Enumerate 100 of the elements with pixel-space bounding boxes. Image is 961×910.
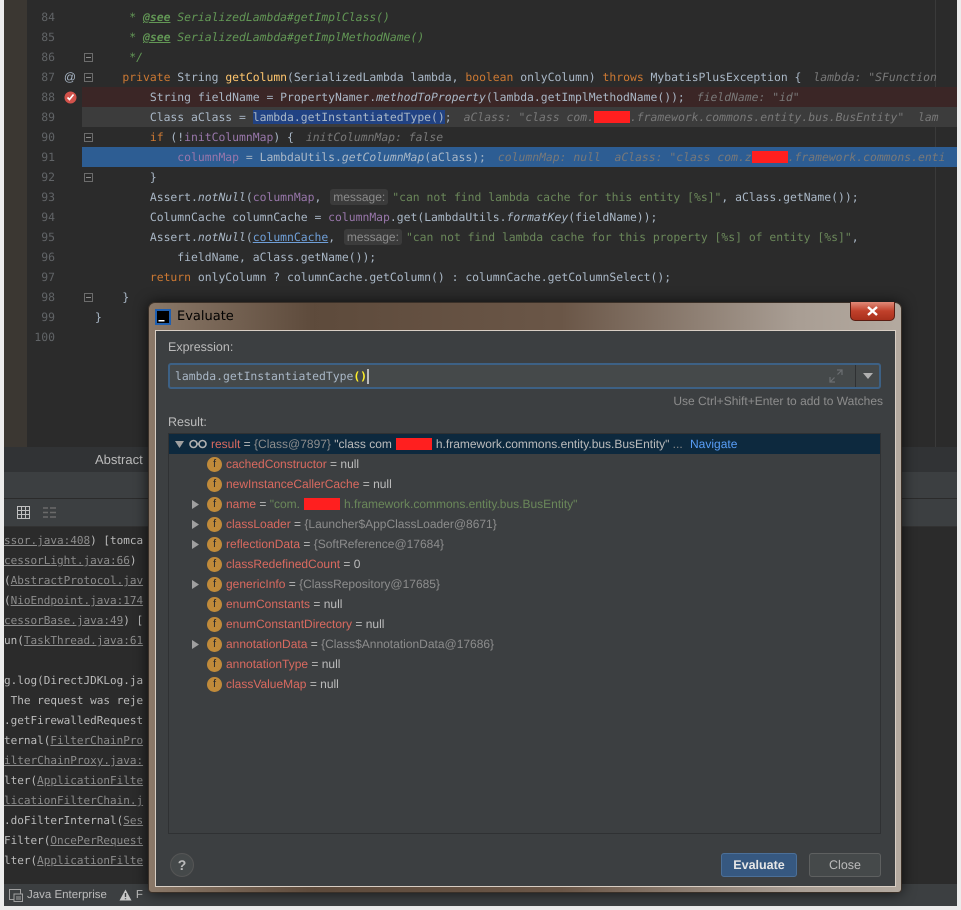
tree-row[interactable]: f name = "com. h.framework.commons.entity.bus.BusEntity" [169,494,880,514]
variable-entry: h.framework.commons.entity.bus.BusEntity" [344,497,578,511]
tool-window-button[interactable]: Java Enterprise [27,889,107,901]
fold-marker-icon[interactable] [84,72,93,82]
stack-link[interactable]: ssor.java:408 [4,531,90,551]
tree-arrow-icon[interactable] [190,580,200,588]
stack-link[interactable]: OncePerRequest [50,831,144,851]
inline-value-hint: columnMap: null aClass: "class com.z [498,149,752,166]
code-line: Assert.notNull(columnCache, [148,229,336,246]
console-text: The request was reje [10,693,144,709]
code-line: "can not find lambda cache for this property [%s] of entity [%s]", [406,229,859,246]
field-icon: f [207,516,222,532]
tree-row[interactable]: result = {Class@7897} "class com h.framework.commons.entity.bus.BusEntity" ... Navigate [169,434,880,454]
fold-marker-icon[interactable] [84,132,93,142]
tool-window-icon[interactable] [9,888,23,902]
code-line: Class aClass = lambda.getInstantiatedType(); [148,109,452,126]
breakpoint-icon[interactable] [64,90,76,104]
stack-link[interactable]: cessorLight.java:66 [4,551,130,571]
glasses-icon [189,439,207,449]
code-line: return onlyColumn ? columnCache.getColumn() : columnCache.getColumnSelect(); [148,269,672,286]
redaction-mark [594,111,630,123]
line-number: 95 [41,229,55,246]
tree-row[interactable]: f cachedConstructor = null [169,454,880,474]
navigate-link[interactable]: Navigate [690,437,738,451]
inline-value-hint: initColumnMap: false [306,129,444,146]
tree-row[interactable]: f enumConstantDirectory = null [169,614,880,634]
variable-entry: classLoader = {Launcher$AppClassLoader@8671} [226,517,497,531]
tool-window-button[interactable]: F [136,889,143,901]
variable-entry: enumConstants = null [226,597,342,611]
tree-arrow-icon[interactable] [190,520,200,528]
stack-link[interactable]: AbstractProtocol.jav [10,571,144,591]
tree-row[interactable]: f genericInfo = {ClassRepository@17685} [169,574,880,594]
tree-row[interactable]: f enumConstants = null [169,594,880,614]
code-line: columnMap = LambdaUtils.getColumnMap(aClass); [176,149,486,166]
tree-row[interactable]: f classRedefinedCount = 0 [169,554,880,574]
evaluate-button[interactable]: Evaluate [721,853,797,877]
field-icon: f [207,616,222,632]
stack-link[interactable]: ilterChainProxy.java: [4,751,144,771]
variable-entry: newInstanceCallerCache = null [226,477,392,491]
variable-entry: h.framework.commons.entity.bus.BusEntity" ... [436,437,684,451]
code-line: } [121,289,130,306]
stack-link[interactable]: TaskThread.java:61 [24,631,144,651]
caret-icon[interactable] [862,373,872,379]
tree-arrow-icon[interactable] [190,540,200,548]
console-text: ( [4,593,11,609]
field-icon: f [207,496,222,512]
parameter-hint: message: [330,189,388,205]
line-number: 96 [41,249,55,266]
help-button[interactable]: ? [170,853,194,877]
line-number: 84 [41,9,55,26]
line-number: 85 [41,29,55,46]
fold-marker-icon[interactable] [84,172,93,182]
console-text: ) [tomca [90,533,144,549]
console-text: lter( [4,853,38,869]
line-number: 91 [41,149,55,166]
fold-marker-icon[interactable] [84,52,93,62]
editor-tab[interactable]: Abstract [95,452,143,467]
tree-row[interactable]: f newInstanceCallerCache = null [169,474,880,494]
app-icon [155,308,171,324]
window-title: Evaluate [177,309,234,324]
stack-link[interactable]: FilterChainPro [50,731,144,751]
code-line: */ [128,49,144,66]
variable-entry: enumConstantDirectory = null [226,617,384,631]
console-text: .getFirewalledRequest [4,713,144,729]
tree-row[interactable]: f reflectionData = {SoftReference@17684} [169,534,880,554]
tree-row[interactable]: f annotationType = null [169,654,880,674]
fold-marker-icon[interactable] [84,292,93,302]
tree-row[interactable]: f classValueMap = null [169,674,880,694]
close-button[interactable] [850,302,895,321]
stack-link[interactable]: Ses [123,811,144,831]
stack-link[interactable]: ApplicationFilte [37,771,144,791]
tree-row[interactable]: f annotationData = {Class$AnnotationData@17686} [169,634,880,654]
stack-link[interactable]: NioEndpoint.java:174 [10,591,144,611]
warning-icon [118,889,132,901]
close-icon[interactable] [867,306,878,316]
line-number: 93 [41,189,55,206]
expression-field[interactable]: lambda.getInstantiatedType() [168,363,881,389]
tree-arrow-icon[interactable] [174,440,184,448]
variable-entry: classValueMap = null [226,677,339,691]
console-text: .doFilterInternal( [4,813,124,829]
variable-entry: name = "com. [226,497,300,511]
close-button[interactable]: Close [809,853,881,877]
field-icon: f [207,476,222,492]
stack-link[interactable]: cessorBase.java:49 [4,611,124,631]
table-icon[interactable] [17,506,30,519]
stack-link[interactable]: licationFilterChain.j [4,791,144,811]
stack-link[interactable]: ApplicationFilte [37,851,144,871]
variable-entry: result = {Class@7897} "class com [211,437,392,451]
field-icon: f [207,576,222,592]
console-text: ( [4,573,11,589]
tree-row[interactable]: f classLoader = {Launcher$AppClassLoader@8671} [169,514,880,534]
field-icon: f [207,636,222,652]
tree-arrow-icon[interactable] [190,640,200,648]
line-number: 92 [41,169,55,186]
line-number: 97 [41,269,55,286]
console-text: un( [4,633,24,649]
inline-value-hint: .framework.commons.enti [788,149,946,166]
field-icon: f [207,536,222,552]
code-line: * @see SerializedLambda#getImplMethodName() [128,29,424,46]
tree-arrow-icon[interactable] [190,500,200,508]
